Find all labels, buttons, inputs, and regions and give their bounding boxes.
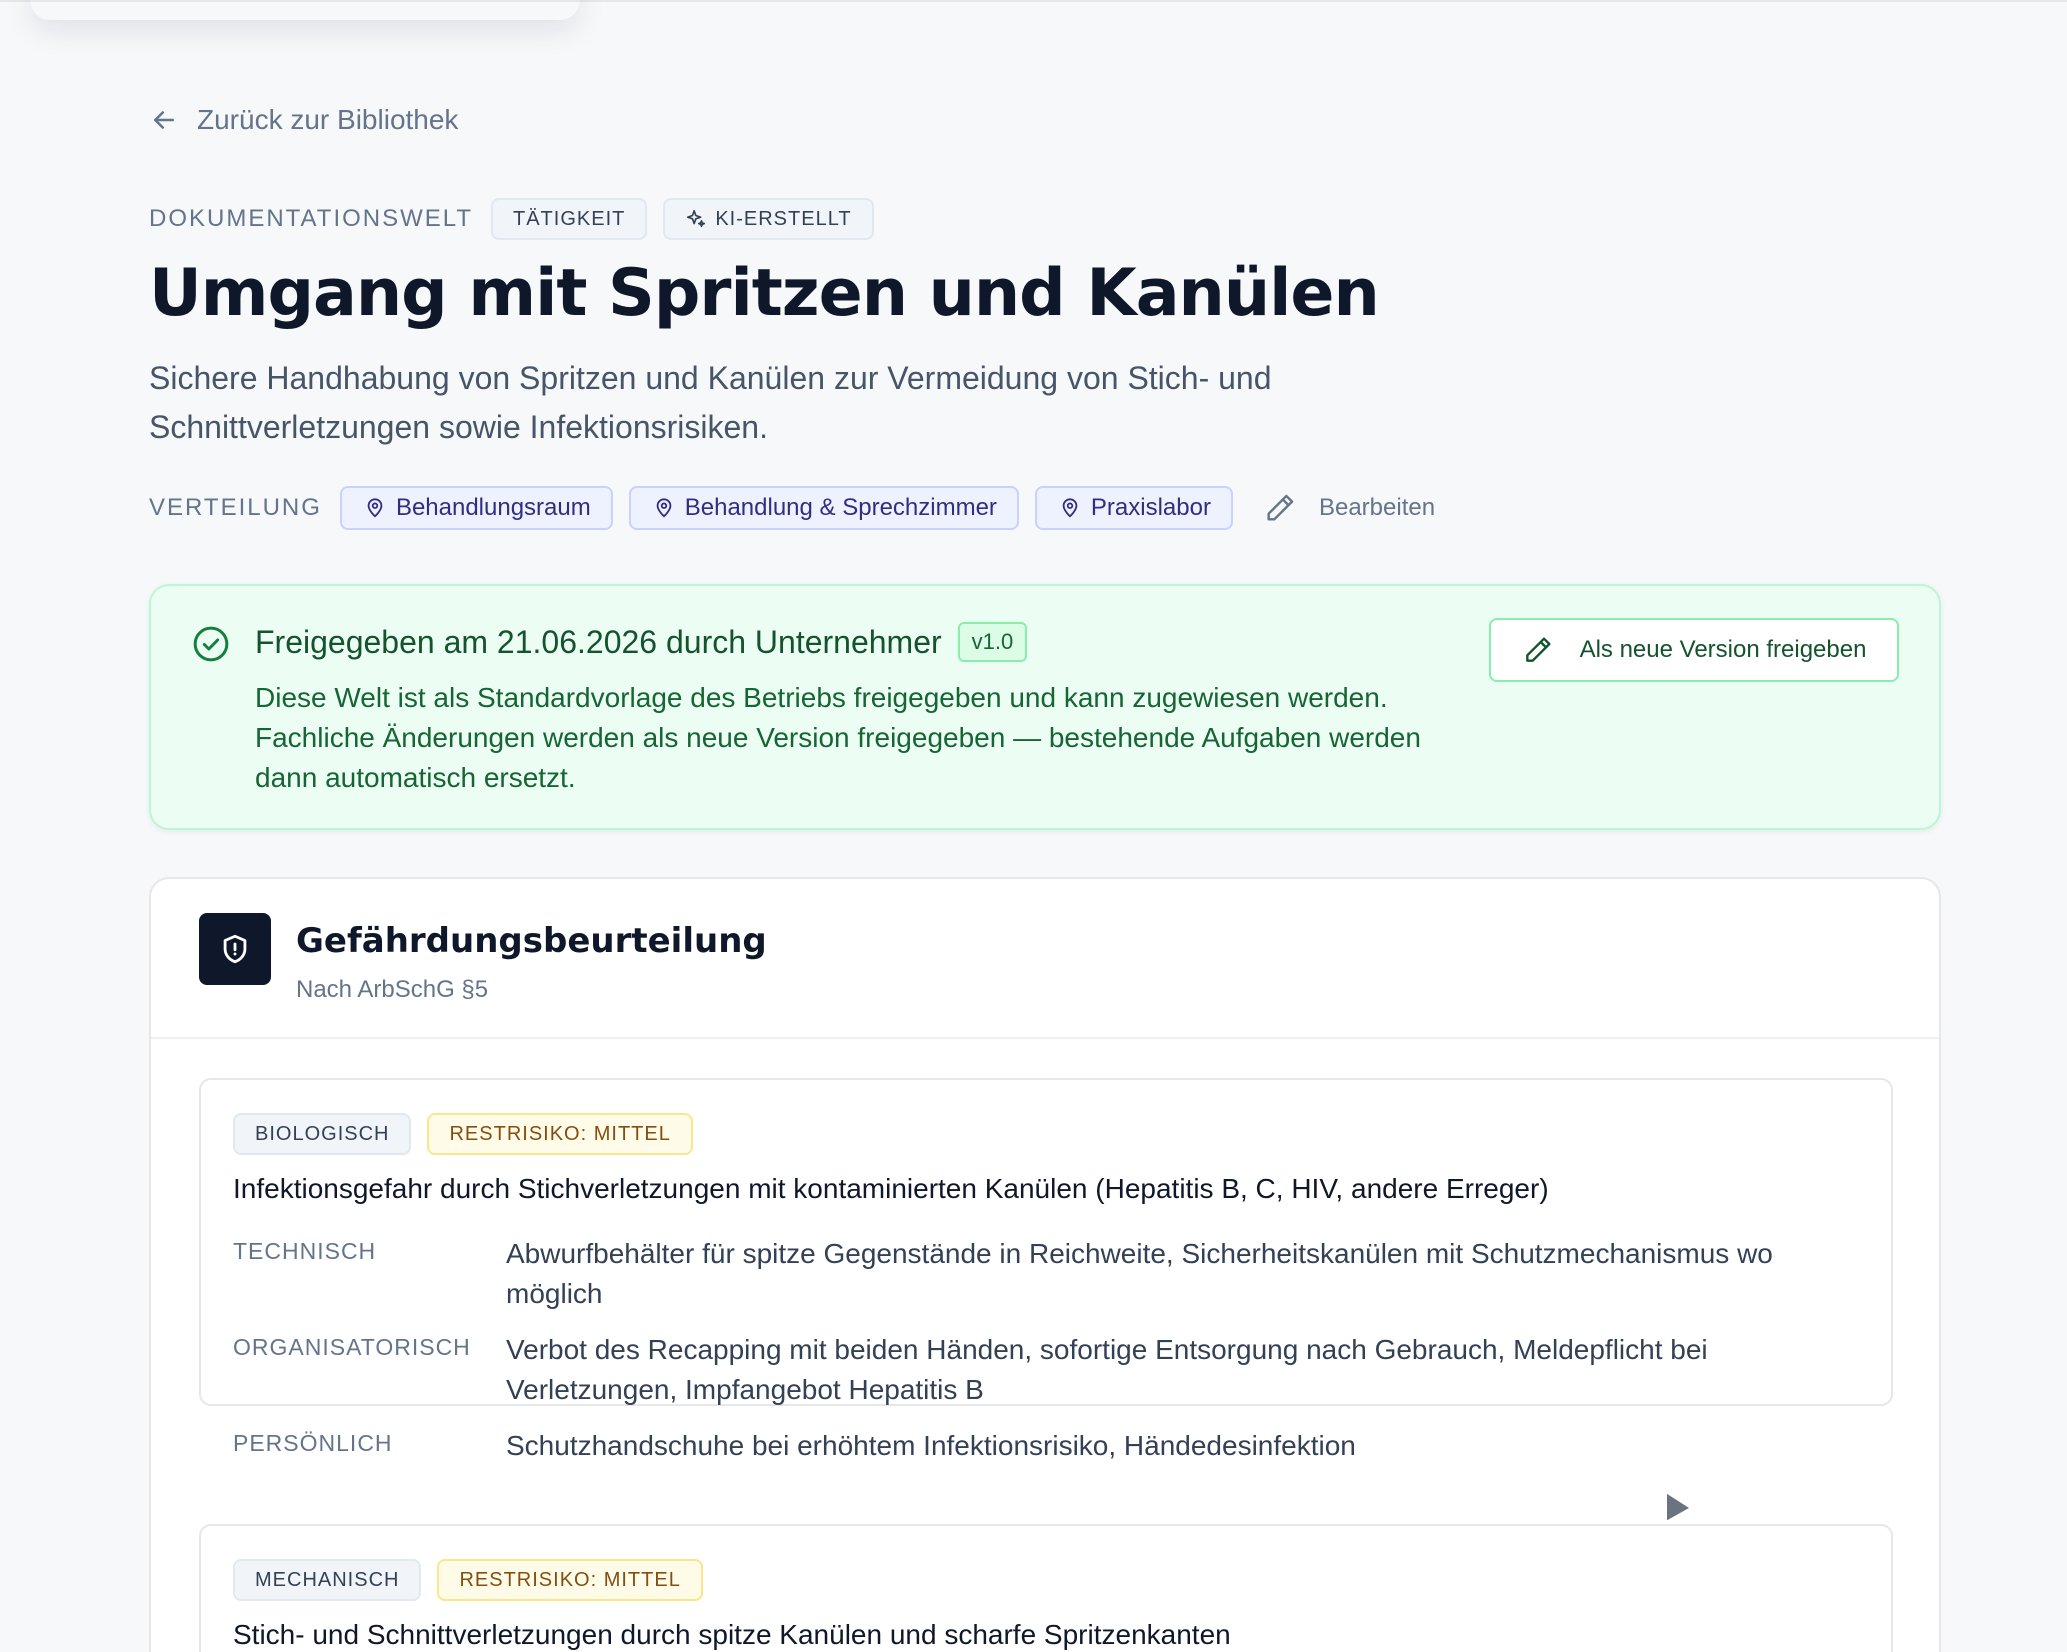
risk-assessment-title: Gefährdungsbeurteilung	[296, 921, 767, 961]
map-pin-icon	[1062, 498, 1078, 518]
pencil-icon	[1267, 494, 1294, 521]
back-link-label: Zurück zur Bibliothek	[197, 104, 459, 135]
location-chip-behandlung-sprechzimmer[interactable]: Behandlung & Sprechzimmer	[628, 486, 1019, 530]
location-chip-behandlungsraum[interactable]: Behandlungsraum	[339, 486, 613, 530]
ai-created-tag: KI-ERSTELLT	[663, 198, 874, 240]
version-badge: v1.0	[957, 622, 1028, 662]
location-chip-label: Praxislabor	[1090, 494, 1211, 521]
location-chip-praxislabor[interactable]: Praxislabor	[1034, 486, 1233, 530]
measure-text: Verbot des Recapping mit beiden Händen, …	[506, 1334, 1708, 1405]
residual-risk-tag: RESTRISIKO: MITTEL	[437, 1559, 703, 1601]
shield-icon-box	[199, 913, 271, 985]
hazard-item: BIOLOGISCH RESTRISIKO: MITTEL Infektions…	[199, 1078, 1893, 1461]
check-circle-icon	[193, 626, 229, 662]
edit-distribution-button[interactable]: Bearbeiten	[1263, 491, 1435, 525]
back-to-library-link[interactable]: Zurück zur Bibliothek	[149, 104, 458, 136]
measure-row-personal: PERSÖNLICH Schutzhandschuhe bei erhöhtem…	[233, 1426, 1863, 1466]
top-shadow	[30, 0, 580, 20]
eyebrow-label: DOKUMENTATIONSWELT	[149, 205, 473, 232]
location-chip-label: Behandlung & Sprechzimmer	[684, 494, 997, 521]
approval-heading-row: Freigegeben am 21.06.2026 durch Unterneh…	[255, 622, 1028, 662]
residual-risk-tag: RESTRISIKO: MITTEL	[427, 1113, 693, 1155]
measure-text: Abwurfbehälter für spitze Gegenstände in…	[506, 1238, 1773, 1309]
release-new-version-button[interactable]: Als neue Version freigeben	[1489, 618, 1899, 682]
hazard-title: Stich- und Schnittverletzungen durch spi…	[233, 1619, 1231, 1650]
arrow-left-icon	[154, 111, 174, 129]
hazard-category-tag: BIOLOGISCH	[233, 1113, 412, 1155]
location-chip-label: Behandlungsraum	[395, 494, 591, 521]
measure-label: TECHNISCH	[233, 1238, 377, 1264]
distribution-label: VERTEILUNG	[149, 494, 322, 521]
edit-distribution-label: Bearbeiten	[1318, 494, 1436, 521]
page-subtitle: Sichere Handhabung von Spritzen und Kanü…	[149, 360, 1272, 445]
risk-assessment-subtitle: Nach ArbSchG §5	[296, 976, 489, 1003]
activity-tag: TÄTIGKEIT	[491, 198, 648, 240]
hazard-item: MECHANISCH RESTRISIKO: MITTEL Stich- und…	[199, 1524, 1893, 1652]
measure-label: PERSÖNLICH	[233, 1430, 393, 1456]
hazard-title: Infektionsgefahr durch Stichverletzungen…	[233, 1173, 1549, 1204]
approval-banner: Freigegeben am 21.06.2026 durch Unterneh…	[149, 584, 1941, 830]
release-new-version-label: Als neue Version freigeben	[1579, 636, 1867, 663]
measure-text: Schutzhandschuhe bei erhöhtem Infektions…	[506, 1430, 1356, 1461]
ai-created-tag-label: KI-ERSTELLT	[715, 207, 852, 230]
activity-tag-label: TÄTIGKEIT	[513, 207, 626, 230]
approval-heading: Freigegeben am 21.06.2026 durch Unterneh…	[255, 623, 942, 660]
mouse-cursor-icon	[1665, 1491, 1692, 1523]
meta-row: DOKUMENTATIONSWELT TÄTIGKEIT KI-ERSTELLT	[149, 198, 890, 240]
risk-assessment-card: Gefährdungsbeurteilung Nach ArbSchG §5 B…	[149, 877, 1941, 1652]
measure-row-technical: TECHNISCH Abwurfbehälter für spitze Gege…	[233, 1234, 1863, 1314]
pencil-icon	[1525, 637, 1551, 662]
map-pin-icon	[656, 498, 672, 518]
shield-alert-icon	[223, 934, 247, 964]
distribution-row: VERTEILUNG Behandlungsraum Behandlung & …	[149, 486, 1435, 530]
sparkles-icon	[687, 209, 706, 228]
map-pin-icon	[367, 498, 383, 518]
approval-description: Diese Welt ist als Standardvorlage des B…	[255, 682, 1421, 793]
hazard-category-tag: MECHANISCH	[233, 1559, 422, 1601]
hazard-tags: MECHANISCH RESTRISIKO: MITTEL	[233, 1559, 719, 1601]
page-title: Umgang mit Spritzen und Kanülen	[149, 256, 1380, 331]
risk-assessment-header: Gefährdungsbeurteilung Nach ArbSchG §5	[151, 879, 1939, 1039]
measure-label: ORGANISATORISCH	[233, 1334, 471, 1360]
hazard-tags: BIOLOGISCH RESTRISIKO: MITTEL	[233, 1113, 709, 1155]
measure-row-organizational: ORGANISATORISCH Verbot des Recapping mit…	[233, 1330, 1863, 1410]
